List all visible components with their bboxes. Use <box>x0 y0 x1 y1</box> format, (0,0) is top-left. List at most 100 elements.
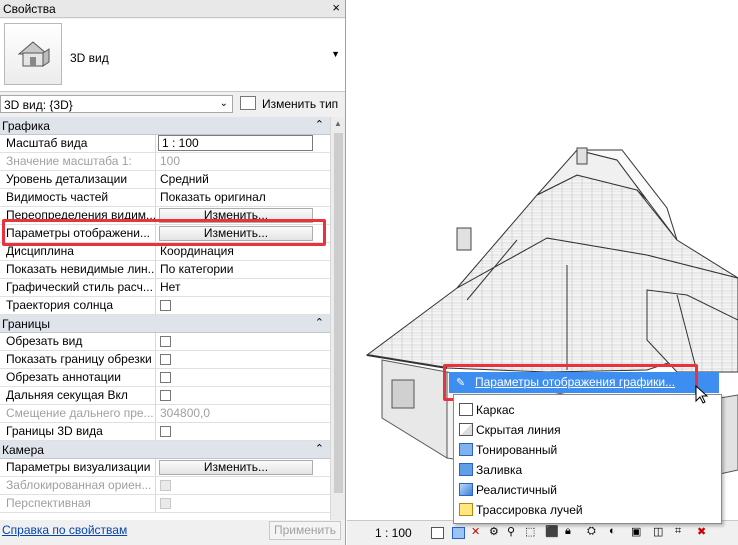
scroll-up-icon[interactable]: ▲ <box>334 119 342 128</box>
property-checkbox[interactable] <box>160 354 171 365</box>
property-value[interactable]: Нет <box>160 280 180 294</box>
property-checkbox[interactable] <box>160 300 171 311</box>
collapse-icon[interactable]: ⌃ <box>315 316 324 329</box>
property-value-cell: 100 <box>157 153 330 170</box>
visual-style-label: Реалистичный <box>476 483 557 497</box>
property-value-cell[interactable]: По категории <box>157 261 330 278</box>
annotation-highlight-property <box>2 219 326 246</box>
reveal-constraints-icon[interactable]: ✖ <box>697 525 710 538</box>
view-selector-value: 3D вид: {3D} <box>4 98 73 112</box>
show-crop-icon[interactable]: ⬛ <box>545 525 559 538</box>
property-name: Уровень детализации <box>0 171 156 188</box>
property-value-cell[interactable] <box>157 387 330 404</box>
sun-path-off-icon[interactable]: ✕ <box>471 525 484 538</box>
property-value-cell[interactable]: Показать оригинал <box>157 189 330 206</box>
visual-style-item[interactable]: Реалистичный <box>454 480 721 500</box>
constraints-icon[interactable]: ⌗ <box>675 525 688 537</box>
property-input[interactable]: 1 : 100 <box>158 135 313 151</box>
visual-style-item[interactable]: Трассировка лучей <box>454 500 721 520</box>
shadows-icon[interactable]: ⚙ <box>489 525 502 538</box>
property-checkbox[interactable] <box>160 372 171 383</box>
analytical-model-icon[interactable]: ▣ <box>631 525 644 538</box>
category-header[interactable]: Камера ⌃ <box>0 441 330 459</box>
property-name: Видимость частей <box>0 189 156 206</box>
property-value[interactable]: Средний <box>160 172 209 186</box>
shaded-icon <box>459 443 473 456</box>
property-value-cell[interactable]: Нет <box>157 279 330 296</box>
visual-style-label: Заливка <box>476 463 523 477</box>
property-name: Перспективная <box>0 495 156 512</box>
property-value[interactable]: 100 <box>160 154 180 168</box>
edit-type-button[interactable]: Изменить тип <box>238 94 342 114</box>
category-header[interactable]: Графика ⌃ <box>0 117 330 135</box>
property-row: Значение масштаба 1: 100 <box>0 153 330 171</box>
collapse-icon[interactable]: ⌃ <box>315 442 324 455</box>
property-checkbox[interactable] <box>160 426 171 437</box>
type-selector[interactable]: 3D вид ▼ <box>0 19 345 92</box>
visual-style-label: Трассировка лучей <box>476 503 583 517</box>
edit-type-label: Изменить тип <box>262 97 339 111</box>
crop-view-icon[interactable]: ⬚ <box>525 525 538 538</box>
category-label: Графика <box>2 119 50 133</box>
property-name: Дальняя секущая Вкл <box>0 387 156 404</box>
highlight-displacement-icon[interactable]: ◫ <box>653 525 666 538</box>
dropdown-arrow-icon[interactable]: ▼ <box>331 49 340 59</box>
property-value-cell <box>157 495 330 512</box>
property-value[interactable]: Координация <box>160 244 234 258</box>
apply-button[interactable]: Применить <box>269 521 341 540</box>
view-selector-dropdown[interactable]: 3D вид: {3D} ⌄ <box>0 95 233 113</box>
visual-style-item[interactable]: Тонированный <box>454 440 721 460</box>
wireframe-icon <box>459 403 473 416</box>
property-value[interactable]: Показать оригинал <box>160 190 266 204</box>
property-name: Обрезать вид <box>0 333 156 350</box>
view-scale[interactable]: 1 : 100 <box>375 526 412 540</box>
property-value[interactable]: 304800,0 <box>160 406 210 420</box>
lock-view-icon[interactable]: 🔒︎ <box>565 525 578 537</box>
property-row: Показать границу обрезки <box>0 351 330 369</box>
property-name: Смещение дальнего пре... <box>0 405 156 422</box>
property-value-cell[interactable] <box>157 297 330 314</box>
properties-help-link[interactable]: Справка по свойствам <box>2 523 127 537</box>
property-row: Графический стиль расч... Нет <box>0 279 330 297</box>
visual-style-item[interactable]: Каркас <box>454 400 721 420</box>
temporary-hide-icon[interactable]: ⛭ <box>587 525 600 537</box>
properties-scrollbar[interactable]: ▲ <box>330 117 345 520</box>
property-value-cell[interactable] <box>157 369 330 386</box>
detail-level-icon[interactable] <box>431 527 444 539</box>
visual-style-item[interactable]: Скрытая линия <box>454 420 721 440</box>
visual-style-item[interactable]: Заливка <box>454 460 721 480</box>
property-row: Траектория солнца <box>0 297 330 315</box>
property-name: Масштаб вида <box>0 135 156 152</box>
property-value[interactable]: По категории <box>160 262 233 276</box>
property-checkbox[interactable] <box>160 390 171 401</box>
property-row: Обрезать вид <box>0 333 330 351</box>
property-name: Параметры визуализации <box>0 459 156 476</box>
property-value-cell[interactable]: Изменить... <box>157 459 330 476</box>
property-row: Показать невидимые лин... По категории <box>0 261 330 279</box>
render-icon[interactable]: ⚲ <box>507 525 520 538</box>
category-header[interactable]: Границы ⌃ <box>0 315 330 333</box>
property-value-cell[interactable] <box>157 333 330 350</box>
property-value-cell[interactable] <box>157 423 330 440</box>
property-name: Обрезать аннотации <box>0 369 156 386</box>
visual-style-icon[interactable] <box>452 527 465 539</box>
consistent-colors-icon <box>459 463 473 476</box>
close-icon[interactable]: × <box>332 0 340 15</box>
reveal-hidden-icon[interactable]: ◐ <box>609 525 622 537</box>
edit-button[interactable]: Изменить... <box>159 460 313 475</box>
property-value-cell[interactable] <box>157 351 330 368</box>
panel-footer: Справка по свойствам Применить <box>0 520 345 545</box>
property-value-cell: 304800,0 <box>157 405 330 422</box>
property-checkbox[interactable] <box>160 336 171 347</box>
panel-title-bar[interactable]: Свойства × <box>0 0 345 18</box>
instance-selector-row: 3D вид: {3D} ⌄ Изменить тип <box>0 93 345 116</box>
property-value-cell[interactable]: 1 : 100 <box>157 135 330 152</box>
category-label: Камера <box>2 443 44 457</box>
property-row: Параметры визуализации Изменить... <box>0 459 330 477</box>
property-name: Траектория солнца <box>0 297 156 314</box>
property-value-cell[interactable]: Средний <box>157 171 330 188</box>
property-name: Заблокированная ориен... <box>0 477 156 494</box>
collapse-icon[interactable]: ⌃ <box>315 118 324 131</box>
scrollbar-thumb[interactable] <box>334 133 343 493</box>
house-icon <box>4 23 62 85</box>
